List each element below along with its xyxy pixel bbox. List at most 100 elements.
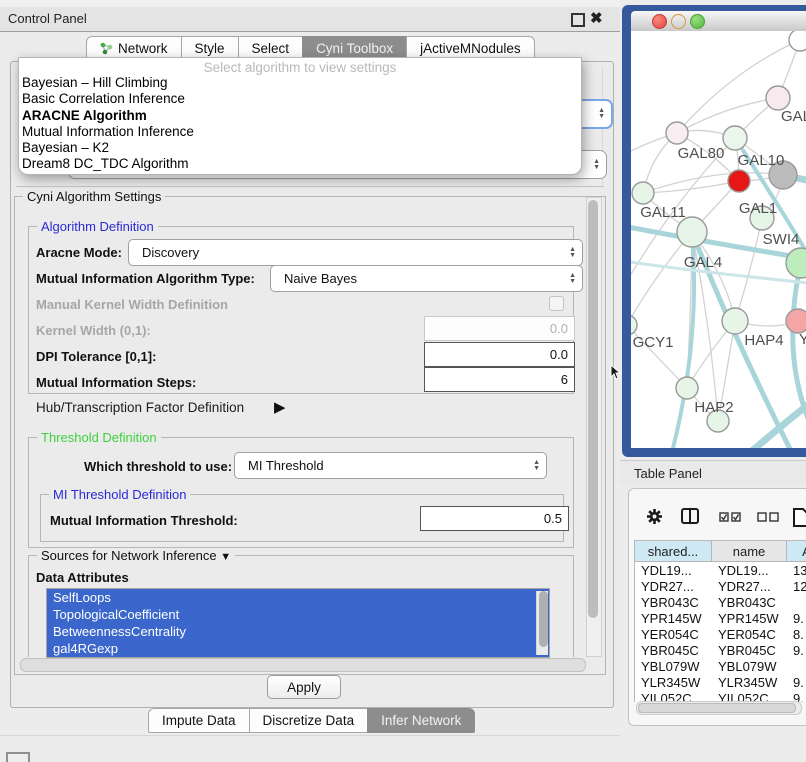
table-horizontal-scrollbar-thumb[interactable]	[638, 703, 796, 713]
window-bottom-edge	[0, 735, 620, 736]
cell[interactable]: YBR043C	[712, 595, 787, 611]
cell[interactable]: 9.	[787, 643, 806, 659]
cell[interactable]: YLR345W	[635, 675, 712, 691]
node-table[interactable]: shared...nameA YDL19...YDL19...13YDR27..…	[634, 540, 806, 702]
checked-columns-icon[interactable]	[719, 512, 742, 523]
network-edge[interactable]	[631, 232, 692, 325]
gear-icon[interactable]	[646, 508, 663, 525]
dpi-tolerance-value: 0.0	[550, 347, 568, 362]
attribute-item-gal4rgexp[interactable]: gal4RGexp	[47, 640, 549, 657]
cell[interactable]: 9.	[787, 675, 806, 691]
attributes-scrollbar-thumb[interactable]	[539, 591, 548, 647]
new-doc-icon[interactable]	[793, 508, 806, 527]
network-node[interactable]	[786, 248, 806, 278]
algorithm-option-mutual-information-inference[interactable]: Mutual Information Inference	[19, 124, 581, 140]
mi-type-combo[interactable]: Naive Bayes ▲▼	[270, 265, 583, 292]
table-row-ydl19[interactable]: YDL19...YDL19...13	[635, 563, 806, 579]
tab-discretize-data[interactable]: Discretize Data	[249, 708, 369, 733]
tab-infer-network[interactable]: Infer Network	[367, 708, 475, 733]
table-row-ybr043c[interactable]: YBR043CYBR043C	[635, 595, 806, 611]
network-edge[interactable]	[677, 98, 778, 133]
network-node-hap2[interactable]	[676, 377, 698, 399]
network-node-y[interactable]	[786, 309, 806, 333]
settings-horizontal-scrollbar[interactable]	[20, 658, 586, 672]
cell[interactable]: YLR345W	[712, 675, 787, 691]
network-edge[interactable]	[735, 218, 762, 321]
zoom-traffic-light[interactable]	[690, 14, 705, 29]
network-node-gal80[interactable]	[666, 122, 688, 144]
algorithm-option-aracne-algorithm[interactable]: ARACNE Algorithm	[19, 108, 581, 124]
network-window-titlebar[interactable]	[631, 11, 806, 32]
cell[interactable]: 12	[787, 579, 806, 595]
unchecked-columns-icon[interactable]	[757, 512, 780, 523]
cell[interactable]: YBL079W	[635, 659, 712, 675]
apply-button[interactable]: Apply	[267, 675, 341, 699]
dock-button-partial[interactable]	[6, 752, 30, 762]
close-icon[interactable]: ✖	[590, 9, 603, 27]
network-node-gal[interactable]	[766, 86, 790, 110]
collapse-arrow-icon[interactable]: ▼	[220, 551, 231, 563]
network-node-hap4[interactable]	[722, 308, 748, 334]
minimize-traffic-light[interactable]	[671, 14, 686, 29]
network-node-gcy1[interactable]	[631, 315, 637, 335]
table-row-ybr045c[interactable]: YBR045CYBR045C9.	[635, 643, 806, 659]
attribute-item-betweennesscentrality[interactable]: BetweennessCentrality	[47, 623, 549, 640]
column-header-a[interactable]: A	[787, 541, 806, 562]
network-node[interactable]	[789, 31, 806, 51]
column-header-shared[interactable]: shared...	[635, 541, 712, 562]
float-window-icon[interactable]	[571, 13, 585, 27]
node-label-gal4: GAL4	[684, 254, 722, 271]
algorithm-option-bayesian-k2[interactable]: Bayesian – K2	[19, 140, 581, 156]
split-columns-icon[interactable]	[681, 508, 699, 525]
cell[interactable]: YDR27...	[635, 579, 712, 595]
attribute-item-topologicalcoefficient[interactable]: TopologicalCoefficient	[47, 606, 549, 623]
attribute-item-selfloops[interactable]: SelfLoops	[47, 589, 549, 606]
cell[interactable]: YDL19...	[712, 563, 787, 579]
algorithm-option-bayesian-hill-climbing[interactable]: Bayesian – Hill Climbing	[19, 75, 581, 91]
node-label-swi4: SWI4	[763, 231, 800, 248]
settings-vertical-scrollbar-thumb[interactable]	[588, 200, 598, 618]
algorithm-option-dream8-dc-tdc-algorithm[interactable]: Dream8 DC_TDC Algorithm	[19, 156, 581, 172]
tab-impute-data[interactable]: Impute Data	[148, 708, 250, 733]
cell[interactable]: YDR27...	[712, 579, 787, 595]
table-row-ypr145w[interactable]: YPR145WYPR145W9.	[635, 611, 806, 627]
cell[interactable]: YBR045C	[712, 643, 787, 659]
network-node-gal11[interactable]	[632, 182, 654, 204]
manual-kernel-checkbox[interactable]	[549, 296, 564, 311]
table-row-ylr345w[interactable]: YLR345WYLR345W9.	[635, 675, 806, 691]
table-row-ydr27[interactable]: YDR27...YDR27...12	[635, 579, 806, 595]
cell[interactable]: YPR145W	[635, 611, 712, 627]
cell[interactable]: YBR045C	[635, 643, 712, 659]
cell[interactable]: 8.	[787, 627, 806, 643]
cell[interactable]: 9.	[787, 611, 806, 627]
mi-steps-field[interactable]: 6	[424, 367, 575, 392]
kernel-width-label: Kernel Width (0,1):	[36, 323, 151, 338]
mi-threshold-field[interactable]: 0.5	[420, 506, 569, 531]
cell[interactable]: YER054C	[635, 627, 712, 643]
network-node-gal4[interactable]	[677, 217, 707, 247]
threshold-definition-title: Threshold Definition	[37, 430, 161, 445]
algorithm-option-basic-correlation-inference[interactable]: Basic Correlation Inference	[19, 91, 581, 107]
dpi-tolerance-label: DPI Tolerance [0,1]:	[36, 349, 156, 364]
network-canvas[interactable]: GALGAL80GAL10GAL1GAL11SWI4GAL4GCY1HAP4YH…	[631, 31, 806, 448]
kernel-width-field[interactable]: 0.0	[424, 316, 575, 341]
cell[interactable]: YER054C	[712, 627, 787, 643]
cell[interactable]: YDL19...	[635, 563, 712, 579]
cell[interactable]: YPR145W	[712, 611, 787, 627]
cell[interactable]: 13	[787, 563, 806, 579]
network-node-gal10[interactable]	[723, 126, 747, 150]
dpi-tolerance-field[interactable]: 0.0	[424, 342, 575, 367]
hub-definition-label[interactable]: Hub/Transcription Factor Definition	[36, 400, 244, 415]
expand-arrow-icon[interactable]: ▶	[274, 398, 286, 416]
tab-label: Impute Data	[162, 709, 236, 732]
column-header-name[interactable]: name	[712, 541, 787, 562]
close-traffic-light[interactable]	[652, 14, 667, 29]
table-row-yer054c[interactable]: YER054CYER054C8.	[635, 627, 806, 643]
data-attributes-list[interactable]: SelfLoopsTopologicalCoefficientBetweenne…	[46, 588, 550, 658]
which-threshold-combo[interactable]: MI Threshold ▲▼	[234, 452, 547, 479]
network-node-gal1[interactable]	[728, 170, 750, 192]
cell[interactable]: YBR043C	[635, 595, 712, 611]
aracne-mode-combo[interactable]: Discovery ▲▼	[128, 239, 583, 266]
table-row-ybl079w[interactable]: YBL079WYBL079W	[635, 659, 806, 675]
cell[interactable]: YBL079W	[712, 659, 787, 675]
